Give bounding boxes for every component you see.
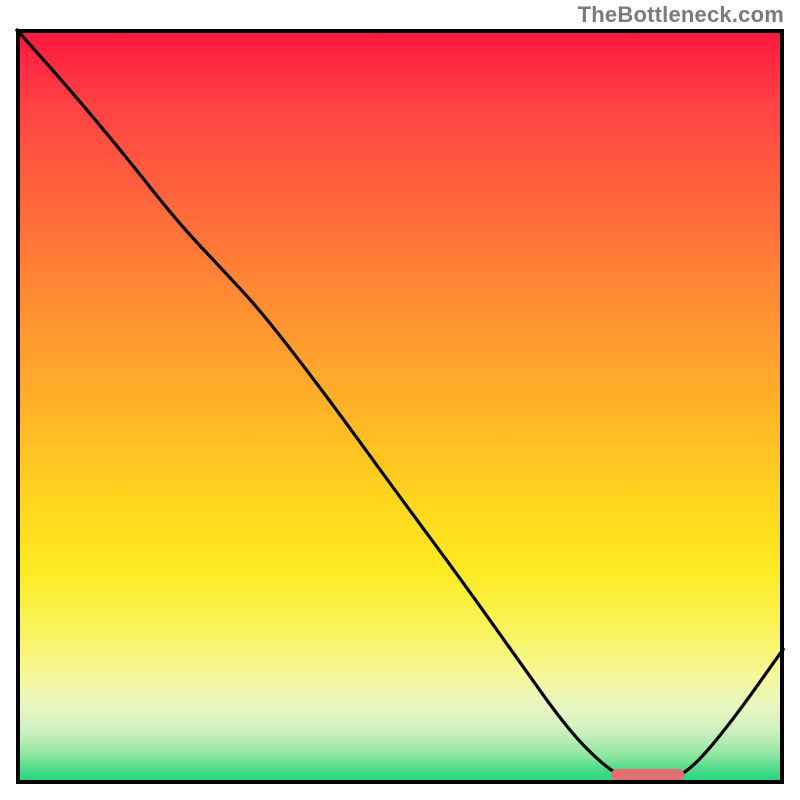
chart-svg [16,29,784,784]
attribution-text: TheBottleneck.com [578,2,784,28]
plot-area [16,29,784,784]
bottleneck-curve [16,29,784,780]
chart-root: TheBottleneck.com [0,0,800,800]
optimal-range-marker [611,769,684,781]
